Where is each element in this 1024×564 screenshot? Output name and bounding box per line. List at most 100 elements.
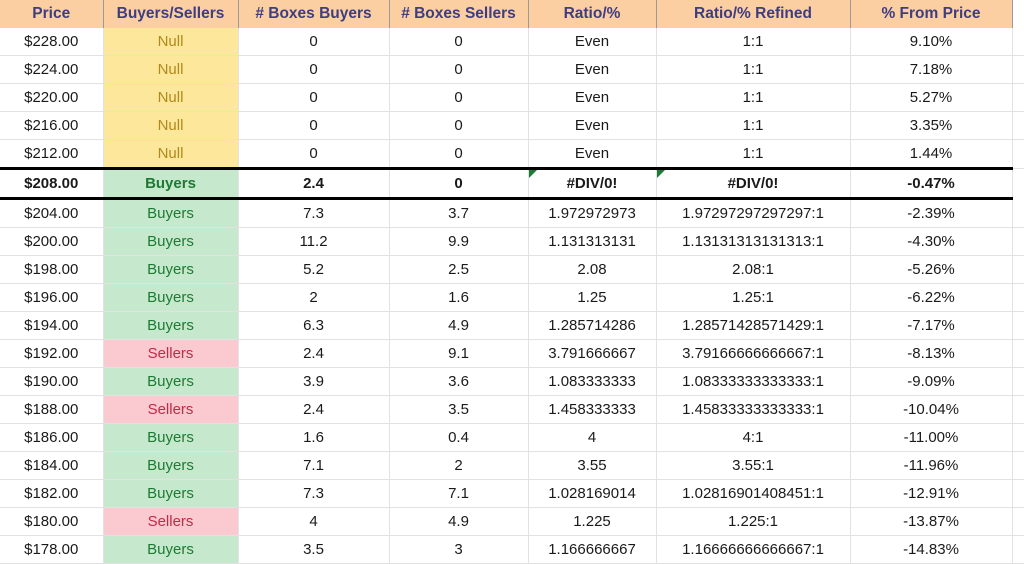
cell-pct-from-price[interactable]: 3.35% — [850, 111, 1013, 140]
cell-empty[interactable] — [1012, 479, 1024, 508]
cell-ratio-pct-refined[interactable]: 1:1 — [656, 83, 851, 112]
cell-empty[interactable] — [1012, 28, 1024, 56]
cell-boxes-buyers[interactable]: 5.2 — [238, 255, 390, 284]
cell-boxes-buyers[interactable]: 2.4 — [238, 339, 390, 368]
cell-price[interactable]: $196.00 — [0, 283, 104, 312]
column-header-buyers-sellers[interactable]: Buyers/Sellers — [103, 0, 239, 28]
cell-pct-from-price[interactable]: -13.87% — [850, 507, 1013, 536]
cell-ratio-pct-refined[interactable]: 1.08333333333333:1 — [656, 367, 851, 396]
cell-ratio-pct[interactable]: 1.285714286 — [528, 311, 657, 340]
cell-boxes-buyers[interactable]: 2.4 — [238, 167, 390, 200]
cell-ratio-pct-refined[interactable]: 1:1 — [656, 139, 851, 169]
cell-buyers-sellers[interactable]: Sellers — [103, 339, 239, 368]
cell-boxes-sellers[interactable]: 3.5 — [389, 395, 529, 424]
cell-pct-from-price[interactable]: 5.27% — [850, 83, 1013, 112]
cell-boxes-sellers[interactable]: 9.1 — [389, 339, 529, 368]
cell-ratio-pct[interactable]: 4 — [528, 423, 657, 452]
cell-pct-from-price[interactable]: -5.26% — [850, 255, 1013, 284]
cell-pct-from-price[interactable]: 1.44% — [850, 139, 1013, 169]
cell-empty[interactable] — [1012, 83, 1024, 112]
cell-pct-from-price[interactable]: -11.00% — [850, 423, 1013, 452]
table-row[interactable]: $184.00 Buyers 7.1 2 3.55 3.55:1 -11.96% — [0, 451, 1024, 480]
cell-boxes-buyers[interactable]: 2 — [238, 283, 390, 312]
table-row[interactable]: $224.00 Null 0 0 Even 1:1 7.18% — [0, 55, 1024, 84]
cell-empty[interactable] — [1012, 507, 1024, 536]
table-row[interactable]: $208.00 Buyers 2.4 0 #DIV/0! #DIV/0! -0.47% — [0, 167, 1024, 200]
column-header-boxes-sellers[interactable]: # Boxes Sellers — [389, 0, 529, 28]
cell-boxes-buyers[interactable]: 7.3 — [238, 479, 390, 508]
cell-price[interactable]: $220.00 — [0, 83, 104, 112]
cell-price[interactable]: $184.00 — [0, 451, 104, 480]
cell-price[interactable]: $228.00 — [0, 28, 104, 56]
cell-ratio-pct[interactable]: Even — [528, 55, 657, 84]
cell-price[interactable]: $190.00 — [0, 367, 104, 396]
cell-buyers-sellers[interactable]: Null — [103, 111, 239, 140]
table-row[interactable]: $200.00 Buyers 11.2 9.9 1.131313131 1.1313131… — [0, 227, 1024, 256]
cell-boxes-buyers[interactable]: 0 — [238, 139, 390, 169]
cell-price[interactable]: $182.00 — [0, 479, 104, 508]
cell-price[interactable]: $178.00 — [0, 535, 104, 564]
cell-ratio-pct-refined[interactable]: 3.79166666666667:1 — [656, 339, 851, 368]
cell-price[interactable]: $198.00 — [0, 255, 104, 284]
cell-buyers-sellers[interactable]: Buyers — [103, 367, 239, 396]
cell-ratio-pct-refined[interactable]: 1.16666666666667:1 — [656, 535, 851, 564]
table-row[interactable]: $180.00 Sellers 4 4.9 1.225 1.225:1 -13.87% — [0, 507, 1024, 536]
column-header-pct-from-price[interactable]: % From Price — [850, 0, 1013, 28]
table-row[interactable]: $196.00 Buyers 2 1.6 1.25 1.25:1 -6.22% — [0, 283, 1024, 312]
cell-boxes-sellers[interactable]: 0 — [389, 55, 529, 84]
cell-buyers-sellers[interactable]: Sellers — [103, 507, 239, 536]
cell-ratio-pct[interactable]: Even — [528, 83, 657, 112]
cell-price[interactable]: $194.00 — [0, 311, 104, 340]
cell-buyers-sellers[interactable]: Buyers — [103, 479, 239, 508]
cell-boxes-sellers[interactable]: 7.1 — [389, 479, 529, 508]
cell-boxes-buyers[interactable]: 0 — [238, 28, 390, 56]
cell-empty[interactable] — [1012, 227, 1024, 256]
cell-boxes-buyers[interactable]: 0 — [238, 55, 390, 84]
cell-price[interactable]: $204.00 — [0, 198, 104, 228]
cell-ratio-pct-refined[interactable]: 1.97297297297297:1 — [656, 198, 851, 228]
cell-ratio-pct-refined[interactable]: 1:1 — [656, 111, 851, 140]
cell-ratio-pct[interactable]: 2.08 — [528, 255, 657, 284]
cell-buyers-sellers[interactable]: Buyers — [103, 451, 239, 480]
cell-ratio-pct-refined[interactable]: 4:1 — [656, 423, 851, 452]
cell-empty[interactable] — [1012, 535, 1024, 564]
cell-empty[interactable] — [1012, 339, 1024, 368]
table-row[interactable]: $216.00 Null 0 0 Even 1:1 3.35% — [0, 111, 1024, 140]
table-row[interactable]: $212.00 Null 0 0 Even 1:1 1.44% — [0, 139, 1024, 169]
cell-boxes-sellers[interactable]: 1.6 — [389, 283, 529, 312]
cell-ratio-pct[interactable]: 1.225 — [528, 507, 657, 536]
cell-empty[interactable] — [1012, 423, 1024, 452]
table-row[interactable]: $228.00 Null 0 0 Even 1:1 9.10% — [0, 28, 1024, 56]
cell-buyers-sellers[interactable]: Buyers — [103, 167, 239, 200]
cell-boxes-sellers[interactable]: 4.9 — [389, 507, 529, 536]
cell-ratio-pct-refined[interactable]: 1.25:1 — [656, 283, 851, 312]
cell-ratio-pct[interactable]: #DIV/0! — [528, 167, 657, 200]
cell-buyers-sellers[interactable]: Buyers — [103, 198, 239, 228]
cell-ratio-pct[interactable]: Even — [528, 139, 657, 169]
cell-empty[interactable] — [1012, 395, 1024, 424]
cell-empty[interactable] — [1012, 255, 1024, 284]
cell-ratio-pct-refined[interactable]: #DIV/0! — [656, 167, 851, 200]
cell-boxes-sellers[interactable]: 0 — [389, 111, 529, 140]
cell-ratio-pct[interactable]: 3.791666667 — [528, 339, 657, 368]
cell-ratio-pct-refined[interactable]: 1.28571428571429:1 — [656, 311, 851, 340]
cell-ratio-pct-refined[interactable]: 1.45833333333333:1 — [656, 395, 851, 424]
cell-ratio-pct[interactable]: 1.083333333 — [528, 367, 657, 396]
cell-ratio-pct-refined[interactable]: 1:1 — [656, 55, 851, 84]
cell-boxes-buyers[interactable]: 3.9 — [238, 367, 390, 396]
cell-boxes-buyers[interactable]: 2.4 — [238, 395, 390, 424]
cell-boxes-buyers[interactable]: 0 — [238, 111, 390, 140]
cell-ratio-pct[interactable]: 1.166666667 — [528, 535, 657, 564]
cell-pct-from-price[interactable]: -9.09% — [850, 367, 1013, 396]
column-header-price[interactable]: Price — [0, 0, 104, 28]
cell-price[interactable]: $224.00 — [0, 55, 104, 84]
cell-boxes-sellers[interactable]: 0 — [389, 139, 529, 169]
cell-empty[interactable] — [1012, 451, 1024, 480]
cell-pct-from-price[interactable]: -7.17% — [850, 311, 1013, 340]
cell-price[interactable]: $192.00 — [0, 339, 104, 368]
cell-ratio-pct[interactable]: 1.028169014 — [528, 479, 657, 508]
cell-boxes-sellers[interactable]: 0 — [389, 167, 529, 200]
table-row[interactable]: $194.00 Buyers 6.3 4.9 1.285714286 1.28571428… — [0, 311, 1024, 340]
cell-boxes-sellers[interactable]: 2 — [389, 451, 529, 480]
cell-boxes-buyers[interactable]: 3.5 — [238, 535, 390, 564]
